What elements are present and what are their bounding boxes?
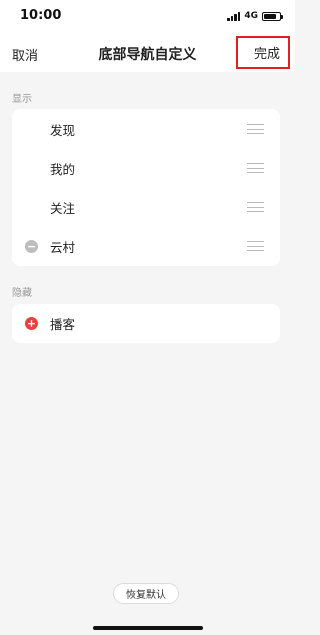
list-item-mine[interactable]: 我的: [12, 149, 280, 188]
done-button[interactable]: 完成: [236, 36, 290, 69]
drag-handle-icon[interactable]: [247, 163, 264, 173]
cancel-button[interactable]: 取消: [12, 45, 38, 64]
list-item-discover[interactable]: 发现: [12, 110, 280, 149]
drag-handle-icon[interactable]: [247, 202, 264, 212]
status-indicators: 4G: [227, 11, 283, 21]
status-time: 10:00: [20, 8, 62, 23]
list-item-follow[interactable]: 关注: [12, 188, 280, 227]
restore-default-label: 恢复默认: [126, 590, 166, 601]
network-type: 4G: [244, 11, 258, 21]
battery-fill: [264, 13, 276, 19]
hidden-items-card: + 播客: [12, 304, 280, 343]
item-label: 云村: [50, 240, 76, 255]
home-indicator: [93, 626, 203, 630]
add-icon[interactable]: +: [25, 317, 38, 330]
battery-icon: [262, 11, 283, 21]
shown-items-card: 发现 我的 关注 − 云村: [12, 109, 280, 266]
section-label-hidden: 隐藏: [12, 288, 32, 299]
item-label: 发现: [50, 123, 76, 138]
remove-icon[interactable]: −: [25, 240, 38, 253]
signal-icon: [227, 11, 241, 21]
done-button-label: 完成: [253, 47, 280, 62]
drag-handle-icon[interactable]: [247, 241, 264, 251]
nav-bar: 取消 底部导航自定义 完成: [0, 34, 295, 72]
item-label: 我的: [50, 162, 76, 177]
restore-default-button[interactable]: 恢复默认: [113, 583, 179, 604]
item-label: 关注: [50, 201, 76, 216]
drag-handle-icon[interactable]: [247, 124, 264, 134]
list-item-podcast[interactable]: + 播客: [12, 304, 280, 343]
list-item-cloud-village[interactable]: − 云村: [12, 227, 280, 266]
item-label: 播客: [50, 317, 76, 332]
status-bar: 10:00 4G: [0, 0, 295, 34]
section-label-shown: 显示: [12, 94, 32, 105]
